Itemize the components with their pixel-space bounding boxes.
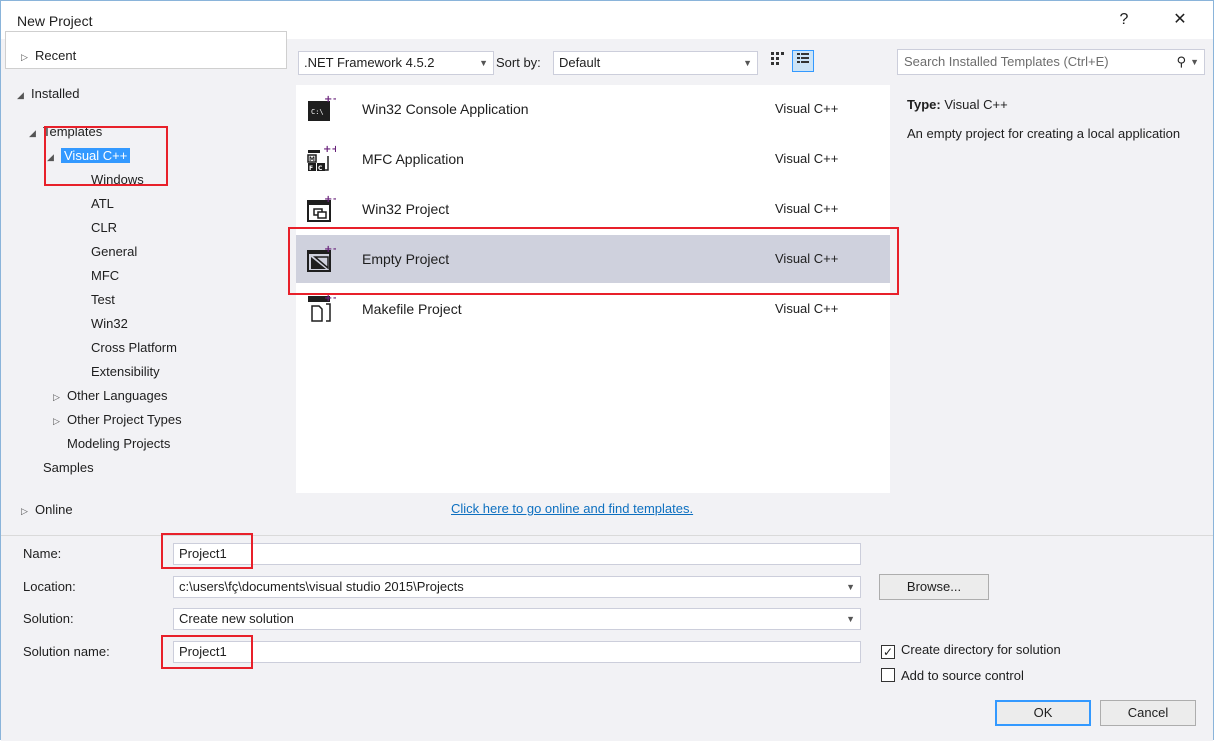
location-dropdown[interactable]: c:\users\fç\documents\visual studio 2015… bbox=[173, 576, 861, 598]
console-app-icon: C:\ ++ bbox=[308, 94, 336, 121]
template-language: Visual C++ bbox=[775, 301, 839, 316]
expand-arrow-icon[interactable]: ▷ bbox=[53, 386, 67, 408]
tree-item-atl[interactable]: ATL bbox=[91, 193, 114, 215]
create-directory-checkbox[interactable]: ✓ Create directory for solution bbox=[881, 642, 1061, 659]
svg-text:++: ++ bbox=[323, 144, 336, 155]
template-name: Makefile Project bbox=[362, 301, 462, 317]
description-panel: Search Installed Templates (Ctrl+E) ⚲ ▼ … bbox=[897, 49, 1207, 531]
tree-item-online[interactable]: ▷ Online bbox=[21, 499, 73, 521]
expand-arrow-icon[interactable]: ▷ bbox=[21, 500, 35, 522]
tree-item-installed[interactable]: ◢ Installed bbox=[17, 83, 79, 105]
svg-text:F: F bbox=[309, 165, 313, 172]
collapse-arrow-icon[interactable]: ◢ bbox=[29, 122, 43, 144]
solution-dropdown[interactable]: Create new solution ▼ bbox=[173, 608, 861, 630]
chevron-down-icon[interactable]: ▼ bbox=[1190, 50, 1199, 74]
tree-item-samples[interactable]: Samples bbox=[43, 457, 94, 479]
tree-item-extensibility[interactable]: Extensibility bbox=[91, 361, 160, 383]
browse-button[interactable]: Browse... bbox=[879, 574, 989, 600]
template-language: Visual C++ bbox=[775, 101, 839, 116]
location-label: Location: bbox=[23, 579, 76, 594]
dialog-title: New Project bbox=[17, 13, 93, 29]
chevron-down-icon: ▼ bbox=[846, 614, 855, 624]
annotation-solution-name bbox=[161, 635, 253, 669]
annotation-visual-cpp bbox=[44, 126, 168, 186]
grid-view-icon bbox=[771, 52, 784, 65]
template-item[interactable]: C:\ ++ Win32 Console Application Visual … bbox=[296, 85, 890, 133]
checkbox-unchecked-icon[interactable] bbox=[881, 668, 895, 682]
ok-button[interactable]: OK bbox=[995, 700, 1091, 726]
collapse-arrow-icon[interactable]: ◢ bbox=[17, 84, 31, 106]
cancel-button[interactable]: Cancel bbox=[1100, 700, 1196, 726]
tree-item-test[interactable]: Test bbox=[91, 289, 115, 311]
help-button[interactable]: ? bbox=[1107, 7, 1141, 33]
template-name: Win32 Project bbox=[362, 201, 450, 217]
svg-text:++: ++ bbox=[324, 294, 336, 304]
tree-item-clr[interactable]: CLR bbox=[91, 217, 117, 239]
expand-arrow-icon[interactable]: ▷ bbox=[53, 410, 67, 432]
template-language: Visual C++ bbox=[775, 151, 839, 166]
annotation-empty-project bbox=[288, 227, 899, 295]
tree-item-other-project-types[interactable]: ▷ Other Project Types bbox=[53, 409, 182, 431]
template-toolbar: .NET Framework 4.5.2 ▼ Sort by: Default … bbox=[296, 49, 886, 79]
expand-arrow-icon[interactable]: ▷ bbox=[21, 46, 35, 68]
svg-text:C:\: C:\ bbox=[311, 108, 324, 116]
svg-text:++: ++ bbox=[324, 194, 336, 205]
template-tree: ▷ Recent ◢ Installed ◢ Templates ◢ Visual C+… bbox=[9, 45, 287, 531]
online-templates-link[interactable]: Click here to go online and find templat… bbox=[451, 501, 693, 516]
tree-item-mfc[interactable]: MFC bbox=[91, 265, 119, 287]
tree-item-modeling-projects[interactable]: Modeling Projects bbox=[67, 433, 170, 455]
new-project-dialog: New Project ? ✕ ▷ Recent ◢ Installed ◢ Temp… bbox=[0, 0, 1214, 741]
chevron-down-icon: ▼ bbox=[743, 58, 752, 68]
tree-item-recent[interactable]: ▷ Recent bbox=[21, 45, 76, 67]
tree-item-win32[interactable]: Win32 bbox=[91, 313, 128, 335]
tree-item-other-languages[interactable]: ▷ Other Languages bbox=[53, 385, 167, 407]
svg-text:++: ++ bbox=[324, 94, 336, 105]
sort-dropdown[interactable]: Default ▼ bbox=[553, 51, 758, 75]
template-item[interactable]: M F C ++ MFC Application Visual C++ bbox=[296, 135, 890, 183]
svg-text:C: C bbox=[318, 165, 323, 172]
framework-dropdown[interactable]: .NET Framework 4.5.2 ▼ bbox=[298, 51, 494, 75]
sort-by-label: Sort by: bbox=[496, 55, 541, 70]
svg-text:M: M bbox=[309, 156, 315, 163]
tree-item-general[interactable]: General bbox=[91, 241, 137, 263]
template-item[interactable]: ++ Win32 Project Visual C++ bbox=[296, 185, 890, 233]
search-input[interactable]: Search Installed Templates (Ctrl+E) ⚲ ▼ bbox=[897, 49, 1205, 75]
list-view-button[interactable] bbox=[792, 50, 814, 72]
template-description: An empty project for creating a local ap… bbox=[907, 126, 1181, 141]
solution-label: Solution: bbox=[23, 611, 74, 626]
search-icon[interactable]: ⚲ bbox=[1176, 50, 1186, 74]
win32-project-icon: ++ bbox=[307, 194, 336, 222]
template-type: Type: Visual C++ bbox=[907, 97, 1008, 112]
solution-name-field[interactable]: Project1 bbox=[173, 641, 861, 663]
source-control-checkbox[interactable]: Add to source control bbox=[881, 668, 1024, 683]
tree-item-cross-platform[interactable]: Cross Platform bbox=[91, 337, 177, 359]
close-button[interactable]: ✕ bbox=[1163, 7, 1197, 33]
mfc-app-icon: M F C ++ bbox=[307, 144, 336, 172]
checkbox-checked-icon[interactable]: ✓ bbox=[881, 645, 895, 659]
template-name: MFC Application bbox=[362, 151, 464, 167]
name-label: Name: bbox=[23, 546, 62, 561]
list-view-icon bbox=[797, 53, 809, 63]
chevron-down-icon: ▼ bbox=[479, 58, 488, 68]
solution-name-label: Solution name: bbox=[23, 644, 110, 659]
template-language: Visual C++ bbox=[775, 201, 839, 216]
small-icons-view-button[interactable] bbox=[766, 50, 788, 72]
makefile-project-icon: ++ bbox=[308, 294, 336, 322]
annotation-name bbox=[161, 533, 253, 569]
template-name: Win32 Console Application bbox=[362, 101, 529, 117]
name-field[interactable]: Project1 bbox=[173, 543, 861, 565]
chevron-down-icon: ▼ bbox=[846, 582, 855, 592]
